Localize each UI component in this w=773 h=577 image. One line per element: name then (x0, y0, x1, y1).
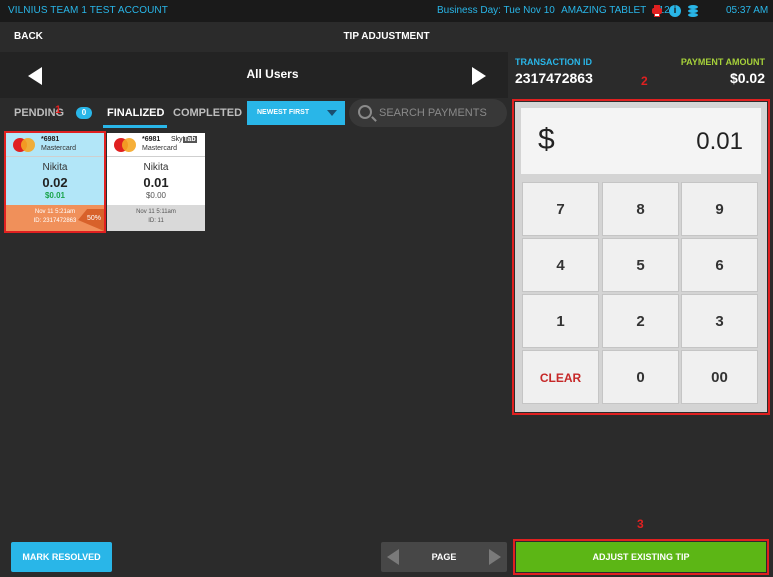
payment-card[interactable]: *6981 Mastercard SkyTab Nikita 0.01 $0.0… (107, 133, 205, 231)
clock: 05:37 AM (726, 5, 769, 16)
annotation-highlight-keypad (512, 99, 770, 415)
search-box[interactable] (349, 99, 507, 127)
payment-tip: $0.01 (44, 191, 66, 200)
next-user-button[interactable] (464, 65, 490, 87)
search-input[interactable] (379, 105, 503, 121)
tab-completed[interactable]: COMPLETED (173, 107, 242, 119)
search-icon (358, 105, 372, 119)
payment-user: Nikita (143, 162, 169, 173)
payment-amount: 0.01 (143, 175, 169, 190)
info-icon[interactable]: i (669, 5, 681, 17)
annotation-1: 1 (55, 104, 62, 116)
page-next-icon[interactable] (489, 549, 501, 565)
mark-resolved-button[interactable]: MARK RESOLVED (11, 542, 112, 572)
prev-user-button[interactable] (24, 65, 50, 87)
card-brand: Mastercard (142, 145, 178, 152)
payment-user: Nikita (42, 162, 68, 173)
device-name: AMAZING TABLET (561, 5, 647, 16)
pending-count-badge: 0 (76, 107, 92, 119)
annotation-highlight-adjust (513, 539, 769, 575)
caret-down-icon (327, 110, 337, 116)
account-name: VILNIUS TEAM 1 TEST ACCOUNT (8, 5, 168, 16)
annotation-3: 3 (637, 517, 644, 531)
skytab-logo: SkyTab (171, 136, 197, 143)
database-icon[interactable] (687, 5, 699, 17)
sort-selected-value: NEWEST FIRST (257, 109, 310, 116)
business-day: Business Day: Tue Nov 10 (437, 5, 555, 16)
transaction-id-value: 2317472863 (515, 70, 593, 86)
card-header: *6981 Mastercard SkyTab (107, 133, 205, 157)
payment-tip: $0.00 (145, 191, 167, 200)
mastercard-icon (114, 138, 136, 152)
tab-finalized[interactable]: FINALIZED (107, 107, 164, 119)
card-brand: Mastercard (41, 145, 77, 152)
card-header: *6981 Mastercard (6, 133, 104, 157)
payment-card[interactable]: *6981 Mastercard Nikita 0.02 $0.01 Nov 1… (6, 133, 104, 231)
page-title: TIP ADJUSTMENT (343, 31, 430, 42)
payment-amount-label: PAYMENT AMOUNT (680, 57, 765, 67)
transaction-id-label: TRANSACTION ID (515, 57, 592, 67)
sort-dropdown[interactable]: NEWEST FIRST (247, 101, 345, 125)
payment-time: Nov 11 5:11am (136, 209, 176, 215)
status-info: Business Day: Tue Nov 10 AMAZING TABLET … (437, 5, 679, 16)
payment-amount: 0.02 (42, 175, 68, 190)
pager: PAGE (381, 542, 507, 572)
user-filter-label: All Users (246, 67, 299, 81)
arrow-right-icon (472, 67, 486, 85)
card-last4: *6981 (142, 136, 161, 143)
arrow-left-icon (28, 67, 42, 85)
active-tab-indicator (103, 125, 167, 128)
card-last4: *6981 (41, 136, 60, 143)
annotation-2: 2 (641, 74, 648, 88)
card-footer: Nov 11 5:21am ID: 2317472863 50% (6, 205, 104, 231)
printer-icon[interactable] (651, 5, 663, 17)
payment-id: ID: 11 (148, 218, 164, 224)
mastercard-icon (13, 138, 35, 152)
card-footer: Nov 11 5:11am ID: 11 (107, 205, 205, 231)
